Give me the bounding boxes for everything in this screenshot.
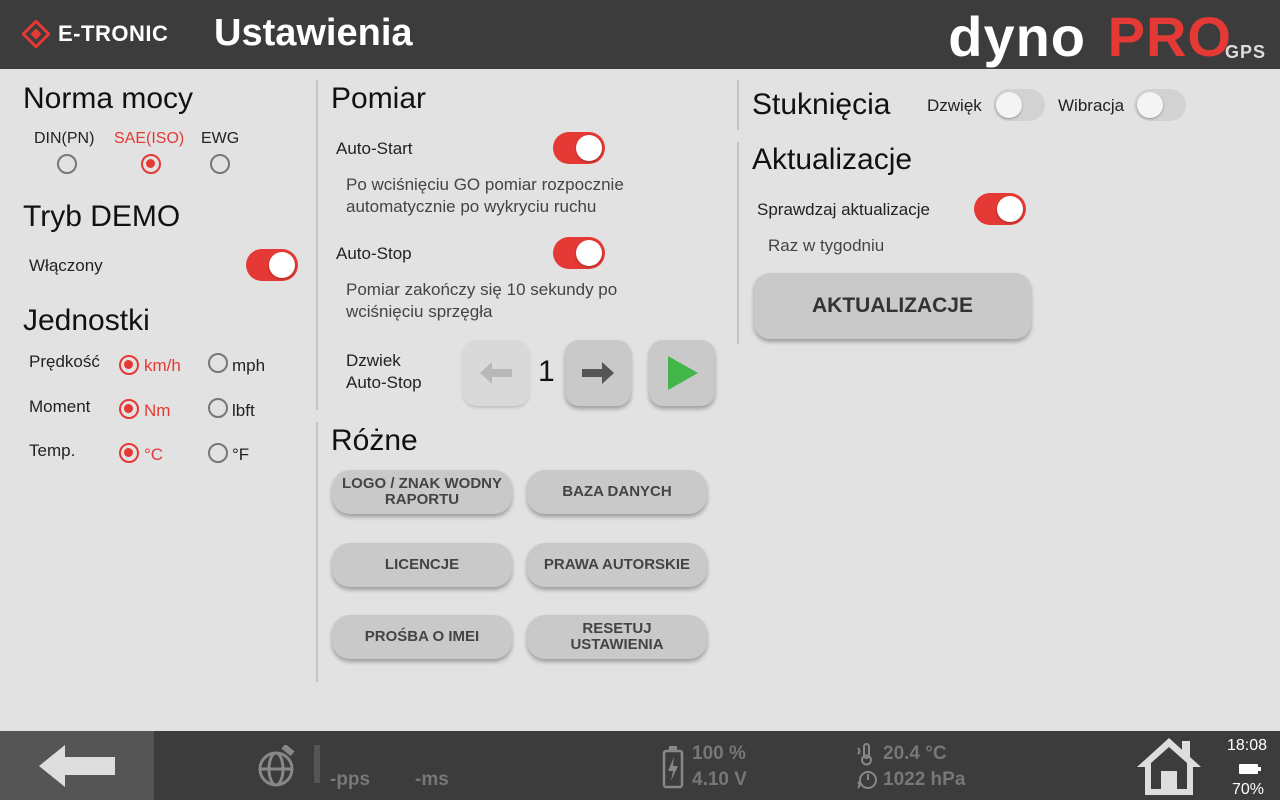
pomiar-title: Pomiar xyxy=(331,82,427,115)
arrow-left-icon xyxy=(480,362,512,384)
sound-play-button[interactable] xyxy=(649,340,715,406)
autostart-toggle[interactable] xyxy=(553,132,605,164)
units-torque-nm-label: Nm xyxy=(144,401,171,420)
gps-pps: -pps xyxy=(330,769,371,790)
autostop-sound-label-1: Dzwiek xyxy=(346,351,401,370)
norma-title: Norma mocy xyxy=(23,82,194,115)
tap-vibration-toggle[interactable] xyxy=(1134,89,1186,121)
reset-settings-button[interactable]: RESETUJ USTAWIENIA xyxy=(527,615,707,659)
etronic-logo-icon xyxy=(22,20,50,48)
logo-watermark-label-1: LOGO / ZNAK WODNY xyxy=(342,475,502,492)
units-temp-label: Temp. xyxy=(29,441,76,460)
status-bar: -pps -ms 100 % 4.10 V 20.4 °C 1022 hPa 1… xyxy=(0,731,1280,800)
product-name-accent: PRO xyxy=(1107,5,1232,68)
update-frequency: Raz w tygodniu xyxy=(768,236,885,255)
battery-voltage: 4.10 V xyxy=(692,769,747,790)
autostart-description-2: automatycznie po wykryciu ruchu xyxy=(346,197,597,216)
brand-name: E-TRONIC xyxy=(58,21,169,46)
autostart-label: Auto-Start xyxy=(336,139,413,158)
norma-radio-ewg[interactable] xyxy=(210,154,230,174)
divider-right-bottom xyxy=(737,142,739,344)
app-header: E-TRONIC Ustawienia dyno PRO GPS xyxy=(0,0,1280,69)
arrow-back-icon xyxy=(39,744,115,787)
logo-watermark-label-2: RAPORTU xyxy=(384,491,460,508)
autostart-description-1: Po wciśnięciu GO pomiar rozpocznie xyxy=(346,175,624,194)
units-speed-mph-label: mph xyxy=(232,356,266,375)
divider-left-bottom xyxy=(316,422,318,682)
gps-globe-icon xyxy=(258,745,295,787)
imei-request-button[interactable]: PROŚBA O IMEI xyxy=(332,615,512,659)
tap-sound-toggle[interactable] xyxy=(993,89,1045,121)
reset-settings-label-1: RESETUJ xyxy=(582,620,652,637)
autostop-label: Auto-Stop xyxy=(336,244,412,263)
battery-percent: 100 % xyxy=(692,743,746,764)
units-torque-lbft-radio[interactable] xyxy=(208,398,228,418)
units-temp-f-radio[interactable] xyxy=(208,443,228,463)
gps-signal-bar xyxy=(314,745,320,783)
device-battery-percent: 70% xyxy=(1232,781,1265,798)
back-button[interactable] xyxy=(0,731,154,800)
autostop-description-1: Pomiar zakończy się 10 sekundy po xyxy=(346,280,618,299)
temperature-value: 20.4 °C xyxy=(883,743,947,764)
stukniecia-title: Stuknięcia xyxy=(752,88,891,121)
product-name-sub: GPS xyxy=(1224,42,1266,62)
gps-ms: -ms xyxy=(415,769,449,790)
norma-option-din-label: DIN(PN) xyxy=(34,130,95,147)
divider-right-top xyxy=(737,80,739,130)
brand-logo: E-TRONIC xyxy=(22,20,168,48)
norma-radio-sae[interactable] xyxy=(141,154,161,174)
page-title: Ustawienia xyxy=(214,12,413,54)
divider-left-top xyxy=(316,80,318,410)
tap-sound-label: Dzwięk xyxy=(927,96,982,115)
reset-settings-label-2: USTAWIENIA xyxy=(570,636,664,653)
norma-option-sae-label: SAE(ISO) xyxy=(114,130,185,147)
autostop-description-2: wciśnięciu sprzęgła xyxy=(346,302,493,321)
licenses-button[interactable]: LICENCJE xyxy=(332,543,512,587)
demo-title: Tryb DEMO xyxy=(23,200,181,233)
units-torque-label: Moment xyxy=(29,397,91,416)
thermometer-icon xyxy=(857,743,872,766)
sound-next-button[interactable] xyxy=(565,340,631,406)
sound-value: 1 xyxy=(538,355,555,388)
units-temp-f-label: °F xyxy=(232,445,250,464)
logo-watermark-button[interactable]: LOGO / ZNAK WODNY RAPORTU xyxy=(332,470,512,514)
pressure-value: 1022 hPa xyxy=(883,769,966,790)
updates-button[interactable]: AKTUALIZACJE xyxy=(754,273,1031,339)
copyright-button[interactable]: PRAWA AUTORSKIE xyxy=(527,543,707,587)
arrow-right-icon xyxy=(582,362,614,384)
home-icon[interactable] xyxy=(1134,735,1204,797)
units-speed-label: Prędkość xyxy=(29,352,100,371)
check-updates-label: Sprawdzaj aktualizacje xyxy=(757,200,930,219)
units-speed-mph-radio[interactable] xyxy=(208,353,228,373)
tap-vibration-label: Wibracja xyxy=(1058,96,1125,115)
units-speed-kmh-radio[interactable] xyxy=(119,355,139,375)
product-logo: dyno PRO GPS xyxy=(926,4,1266,68)
units-speed-kmh-label: km/h xyxy=(144,356,181,375)
sound-prev-button[interactable] xyxy=(463,340,529,406)
play-icon xyxy=(668,356,698,390)
rozne-title: Różne xyxy=(331,424,418,457)
autostop-sound-label-2: Auto-Stop xyxy=(346,373,422,392)
product-name-main: dyno xyxy=(948,5,1086,68)
norma-option-ewg-label: EWG xyxy=(201,130,240,147)
units-temp-c-radio[interactable] xyxy=(119,443,139,463)
units-temp-c-label: °C xyxy=(144,445,164,464)
demo-toggle[interactable] xyxy=(246,249,298,281)
units-title: Jednostki xyxy=(23,304,150,337)
demo-label: Włączony xyxy=(29,256,103,275)
database-button[interactable]: BAZA DANYCH xyxy=(527,470,707,514)
clock: 18:08 xyxy=(1227,737,1268,754)
barometer-icon xyxy=(857,771,877,789)
battery-charging-icon xyxy=(662,746,684,789)
check-updates-toggle[interactable] xyxy=(974,193,1026,225)
device-battery-icon xyxy=(1239,764,1261,774)
units-torque-lbft-label: lbft xyxy=(232,401,255,420)
aktualizacje-title: Aktualizacje xyxy=(752,143,913,176)
norma-radio-din[interactable] xyxy=(57,154,77,174)
units-torque-nm-radio[interactable] xyxy=(119,399,139,419)
autostop-toggle[interactable] xyxy=(553,237,605,269)
